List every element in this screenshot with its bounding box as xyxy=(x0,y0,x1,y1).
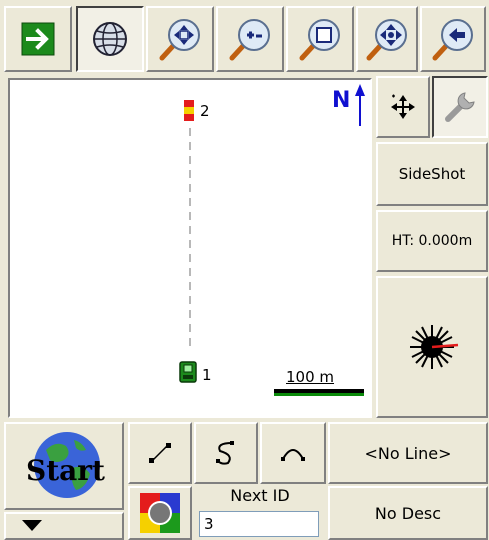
dropdown-arrow-icon xyxy=(22,520,42,532)
zoom-in-button[interactable] xyxy=(216,6,284,72)
next-id-label: Next ID xyxy=(230,486,290,505)
pan-button[interactable] xyxy=(356,6,418,72)
globe-icon xyxy=(90,19,130,59)
next-button[interactable] xyxy=(4,6,72,72)
line-segment-button[interactable] xyxy=(128,422,192,484)
point-2-marker[interactable] xyxy=(184,100,194,130)
height-target-button[interactable]: HT: 0.000m xyxy=(376,210,488,272)
start-menu-dropdown[interactable] xyxy=(4,512,124,540)
description-button[interactable]: No Desc xyxy=(328,486,488,540)
north-arrow-icon xyxy=(354,84,366,130)
zoom-extents-button[interactable] xyxy=(146,6,214,72)
zoom-previous-icon xyxy=(430,16,476,62)
line-select-button[interactable]: <No Line> xyxy=(328,422,488,484)
measure-button[interactable] xyxy=(376,276,488,418)
map-canvas[interactable]: 2 1 N 100 m xyxy=(8,78,372,418)
scale-label: 100 m xyxy=(286,368,335,386)
start-button[interactable]: Start xyxy=(4,422,124,510)
sideshot-label: SideShot xyxy=(398,165,466,183)
target-rod-icon xyxy=(184,100,194,121)
sideshot-button[interactable]: SideShot xyxy=(376,142,488,206)
arc-button[interactable] xyxy=(260,422,326,484)
zoom-window-button[interactable] xyxy=(286,6,354,72)
zoom-window-icon xyxy=(297,16,343,62)
arc-icon xyxy=(279,441,307,465)
zoom-in-icon xyxy=(227,16,273,62)
next-id-input[interactable] xyxy=(199,511,319,537)
map-view-button[interactable] xyxy=(76,6,144,72)
description-label: No Desc xyxy=(374,503,442,523)
start-label: Start xyxy=(26,454,105,487)
point-2-label: 2 xyxy=(200,102,210,120)
zoom-extents-icon xyxy=(157,16,203,62)
spline-icon xyxy=(212,439,240,467)
color-picker-icon xyxy=(140,493,180,533)
height-target-label: HT: 0.000m xyxy=(391,233,473,249)
instrument-icon xyxy=(179,361,197,383)
go-icon xyxy=(21,22,55,56)
line-segment-icon xyxy=(148,441,172,465)
color-picker-button[interactable] xyxy=(128,486,192,540)
point-1-marker[interactable] xyxy=(178,360,198,388)
move-cross-icon xyxy=(389,93,417,121)
zoom-previous-button[interactable] xyxy=(420,6,486,72)
laser-burst-icon xyxy=(402,317,462,377)
map-pan-mode-button[interactable] xyxy=(376,76,430,138)
settings-button[interactable] xyxy=(432,76,488,138)
north-label: N xyxy=(332,88,351,113)
scale-bar xyxy=(274,389,364,396)
line-select-label: <No Line> xyxy=(364,443,452,463)
point-1-label: 1 xyxy=(202,366,212,384)
pan-icon xyxy=(364,16,410,62)
wrench-icon xyxy=(443,90,477,124)
spline-button[interactable] xyxy=(194,422,258,484)
